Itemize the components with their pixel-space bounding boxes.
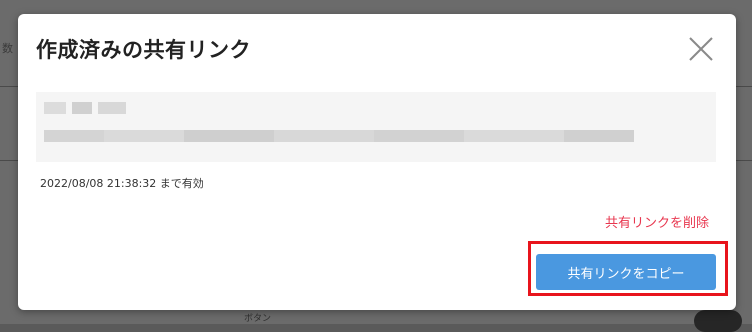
close-button[interactable] [686,34,716,64]
close-icon [689,37,713,61]
background-bottom-text: ボタン [244,314,272,324]
background-text-fragment: 数 [2,42,13,55]
delete-shared-link-button[interactable]: 共有リンクを削除 [605,212,709,231]
highlight-annotation [528,241,728,296]
expiry-text: 2022/08/08 21:38:32 まで有効 [40,177,204,190]
shared-link-box [36,92,716,162]
background-pill [694,310,742,332]
dialog-title: 作成済みの共有リンク [36,38,251,62]
